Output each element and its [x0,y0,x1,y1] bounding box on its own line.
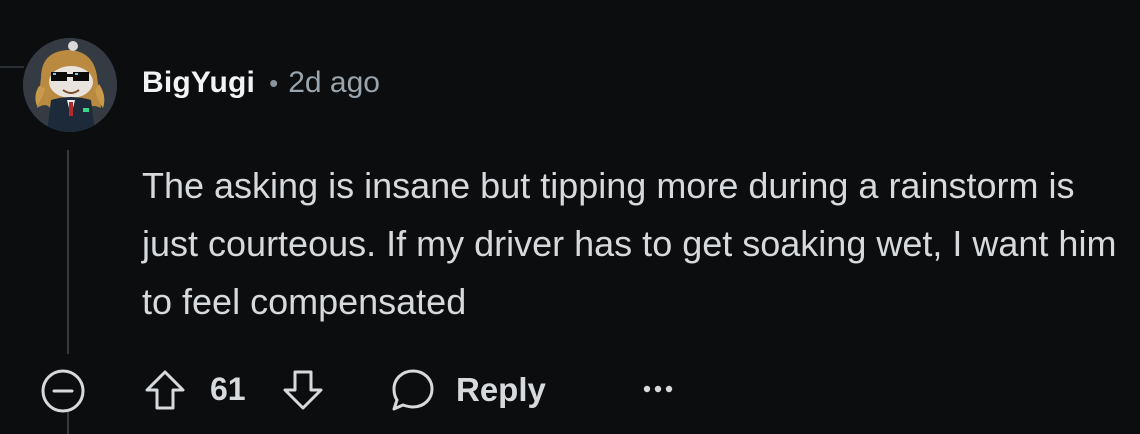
vote-score: 61 [210,371,246,407]
user-avatar[interactable] [23,38,117,132]
reply-button[interactable]: Reply [388,364,546,416]
comment-actions: 61 Reply [38,360,738,418]
snoo-avatar-icon [23,38,117,132]
ellipsis-icon [643,385,673,393]
thread-line[interactable] [67,150,69,354]
arrow-up-icon [145,370,185,410]
timestamp[interactable]: 2d ago [288,66,380,100]
upvote-button[interactable] [142,368,188,412]
comment-header: BigYugi • 2d ago [142,63,380,103]
separator-dot: • [269,68,279,98]
speech-bubble-icon [392,369,434,411]
more-options-button[interactable] [638,374,678,404]
reply-label: Reply [456,371,546,408]
username-link[interactable]: BigYugi [142,66,255,100]
arrow-down-icon [283,370,323,410]
downvote-button[interactable] [280,368,326,412]
collapse-button[interactable] [38,366,88,416]
thread-line-connector [0,66,24,68]
comment-body: The asking is insane but tipping more du… [142,165,1117,322]
minus-circle-icon [41,369,85,413]
